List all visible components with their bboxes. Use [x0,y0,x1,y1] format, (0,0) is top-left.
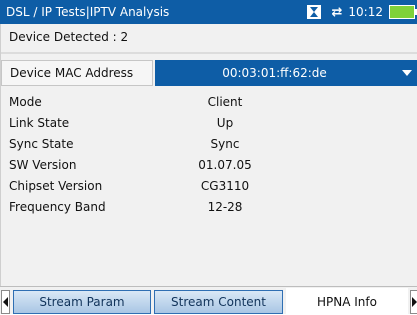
detail-label: Frequency Band [9,200,155,214]
window-title: DSL / IP Tests|IPTV Analysis [6,5,169,19]
mac-address-value: 00:03:01:ff:62:de [222,66,327,80]
detail-row-mode: Mode Client [9,92,409,112]
dropdown-arrow-icon [402,70,412,76]
detail-label: Link State [9,116,155,130]
detail-value: 01.07.05 [155,158,295,172]
detail-value: CG3110 [155,179,295,193]
detail-value: Up [155,116,295,130]
status-area: ⇄ 10:12 [306,0,417,24]
hourglass-icon [306,4,322,20]
detail-row-sw-version: SW Version 01.07.05 [9,155,409,175]
tab-bar: Stream Param Stream Content HPNA Info [0,286,417,314]
detail-value: Sync [155,137,295,151]
detail-row-frequency-band: Frequency Band 12-28 [9,197,409,217]
signal-icon: ⇄ [332,5,343,20]
detail-label: SW Version [9,158,155,172]
mac-address-label: Device MAC Address [1,60,153,86]
detail-label: Chipset Version [9,179,155,193]
main-panel: Device Detected : 2 Device MAC Address 0… [0,24,417,286]
detail-value: Client [155,95,295,109]
battery-icon [389,5,415,19]
tab-stream-param[interactable]: Stream Param [13,290,151,314]
divider [1,52,417,54]
clock: 10:12 [348,5,383,19]
device-detected: Device Detected : 2 [9,30,128,44]
mac-address-dropdown[interactable]: 00:03:01:ff:62:de [155,60,417,86]
tab-stream-content[interactable]: Stream Content [154,290,283,314]
detail-label: Mode [9,95,155,109]
title-bar: DSL / IP Tests|IPTV Analysis ⇄ 10:12 [0,0,417,24]
tab-scroll-left-icon [3,297,8,307]
detail-row-link-state: Link State Up [9,113,409,133]
tab-hpna-info[interactable]: HPNA Info [286,288,408,315]
detail-label: Sync State [9,137,155,151]
detail-row-sync-state: Sync State Sync [9,134,409,154]
detail-value: 12-28 [155,200,295,214]
tab-scroll-right-button[interactable] [410,290,417,314]
tab-scroll-left-button[interactable] [1,290,10,314]
detail-row-chipset-version: Chipset Version CG3110 [9,176,409,196]
tab-scroll-right-icon [412,297,417,307]
